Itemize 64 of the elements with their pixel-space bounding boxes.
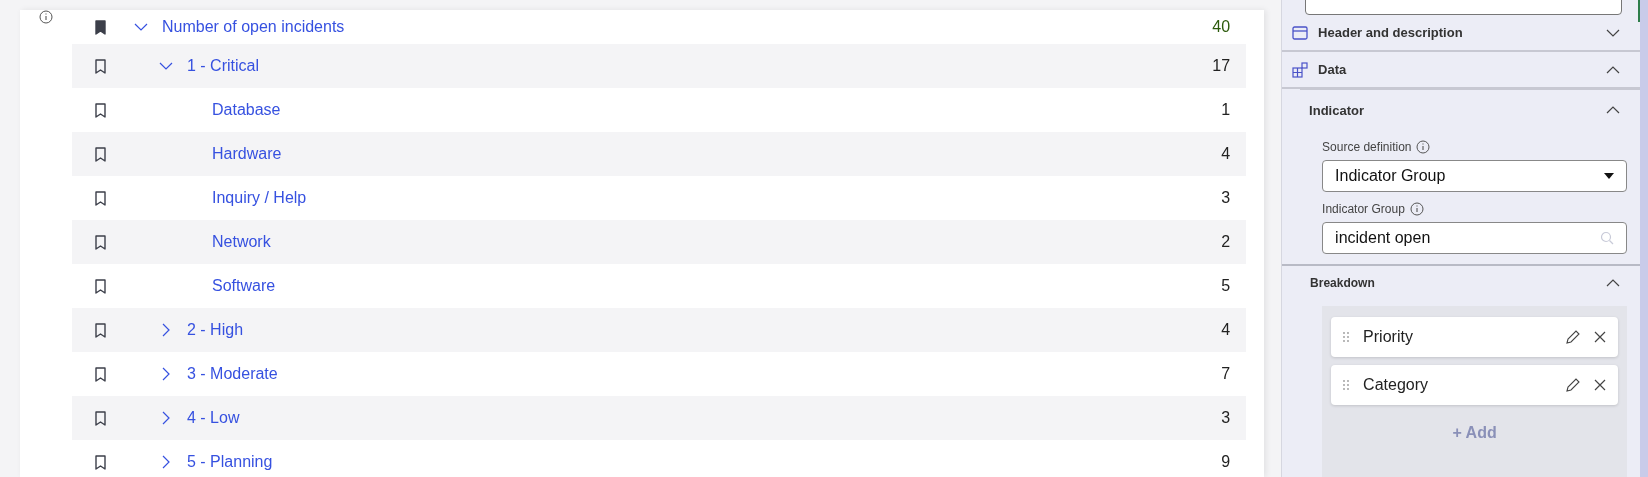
bookmark-icon[interactable] [94,366,106,382]
count-value: 1 [1221,101,1232,119]
close-icon[interactable] [1594,379,1606,391]
source-select[interactable]: Indicator Group [1322,160,1627,192]
dropdown-icon [1604,173,1614,179]
info-icon [1416,140,1431,154]
field-label: Indicator Group [1322,202,1405,216]
section-header[interactable]: Data [1282,52,1640,89]
tree-item-link[interactable]: 3 - Moderate [187,365,278,383]
count-value: 3 [1221,189,1232,207]
window-icon [1292,25,1309,40]
section-title: Breakdown [1310,276,1376,290]
tree-item-link[interactable]: Inquiry / Help [212,189,307,207]
tree-item-link[interactable]: Software [212,277,276,295]
count-value: 17 [1212,57,1232,75]
breakdown-label: Category [1363,376,1429,394]
count-value: 9 [1221,453,1232,471]
drag-handle-icon[interactable] [1343,332,1350,342]
bookmark-icon[interactable] [94,410,106,426]
count-value: 4 [1221,321,1232,339]
count-value: 3 [1221,409,1232,427]
section-title: Data [1318,62,1348,77]
accent-bar [1638,0,1640,22]
bookmark-icon[interactable] [94,146,106,162]
search-field[interactable]: incident open [1322,222,1627,254]
pencil-icon[interactable] [1565,377,1580,393]
subsection-header[interactable]: Breakdown [1282,264,1640,300]
field-label: Source definition [1322,140,1412,154]
subsection-header[interactable]: Indicator [1300,89,1640,130]
section-title: Header and description [1318,25,1464,40]
tree-item-link[interactable]: Database [212,101,281,119]
search-icon [1600,231,1614,245]
count-value: 4 [1221,145,1232,163]
count-value: 7 [1221,365,1232,383]
bookmark-icon[interactable] [94,190,106,206]
bookmark-filled-icon[interactable] [94,19,106,35]
tree-item-link[interactable]: 2 - High [187,321,244,339]
drag-handle-icon[interactable] [1343,380,1350,390]
breakdown-label: Priority [1363,328,1414,346]
count-value: 40 [1212,18,1232,36]
scrollbar[interactable] [1640,0,1648,477]
tree-item-link[interactable]: 4 - Low [187,409,240,427]
tree-item-link[interactable]: Hardware [212,145,282,163]
tree-item-link[interactable]: Network [212,233,271,251]
bookmark-icon[interactable] [94,278,106,294]
tree-item-link[interactable]: Number of open incidents [162,18,345,36]
close-icon[interactable] [1594,331,1606,343]
bookmark-icon[interactable] [94,102,106,118]
info-icon [39,10,53,24]
bookmark-icon[interactable] [94,322,106,338]
section-header[interactable]: Header and description [1282,15,1640,52]
bookmark-icon[interactable] [94,234,106,250]
breakdown-item[interactable]: Priority [1331,317,1618,357]
count-value: 5 [1221,277,1232,295]
section-title: Indicator [1309,102,1365,118]
bookmark-icon[interactable] [94,454,106,470]
count-value: 2 [1221,233,1232,251]
pencil-icon[interactable] [1565,329,1580,345]
bookmark-icon[interactable] [94,58,106,74]
info-icon [1409,202,1424,216]
breakdown-item[interactable]: Category [1331,365,1618,405]
tree-item-link[interactable]: 5 - Planning [187,453,273,471]
blocks-icon [1292,61,1309,78]
tree-item-link[interactable]: 1 - Critical [187,57,259,75]
